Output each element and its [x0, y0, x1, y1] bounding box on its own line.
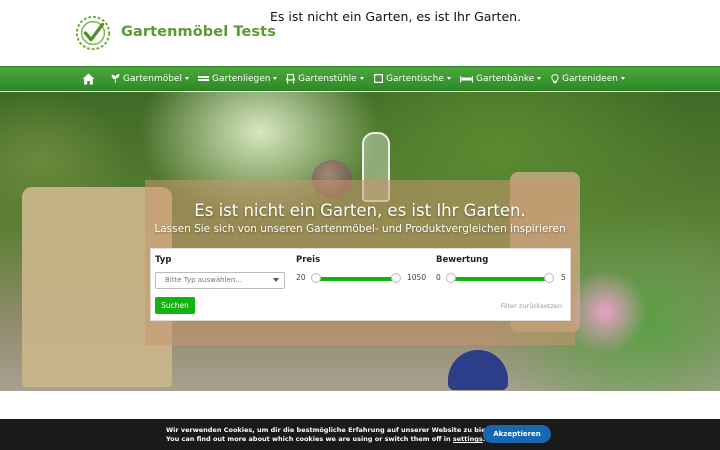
rating-min-handle[interactable]: [446, 273, 456, 283]
nav-item-gartenbaenke[interactable]: Gartenbänke: [460, 67, 542, 91]
chevron-down-icon: [446, 77, 451, 80]
price-min-handle[interactable]: [311, 273, 321, 283]
home-icon: [82, 73, 95, 85]
rating-max-value: 5: [561, 273, 566, 282]
hero-banner: Es ist nicht ein Garten, es ist Ihr Gart…: [0, 92, 720, 391]
nav-item-gartenideen[interactable]: Gartenideen: [551, 67, 625, 91]
price-range-slider[interactable]: [311, 273, 401, 283]
product-filter-panel: Typ Bitte Typ auswählen... Preis 20 1050…: [150, 248, 571, 321]
nav-item-label: Gartenbänke: [476, 74, 535, 84]
chevron-down-icon: [273, 278, 279, 282]
cookie-banner: Wir verwenden Cookies, um dir die bestmö…: [0, 419, 720, 450]
cookie-settings-link[interactable]: settings: [453, 435, 483, 443]
rating-min-value: 0: [436, 273, 441, 282]
cookie-message-line: You can find out more about which cookie…: [166, 435, 500, 444]
chevron-down-icon: [359, 77, 364, 80]
lightbulb-icon: [551, 73, 559, 83]
main-navigation: Gartenmöbel Gartenliegen Gartenstühle Ga…: [0, 66, 720, 91]
price-filter-label: Preis: [296, 255, 321, 265]
lounger-icon: [198, 76, 209, 81]
type-select-placeholder: Bitte Typ auswählen...: [165, 276, 242, 284]
nav-item-gartenstuehle[interactable]: Gartenstühle: [286, 67, 364, 91]
nav-item-label: Gartenliegen: [212, 74, 271, 84]
nav-home[interactable]: [82, 67, 95, 91]
chevron-down-icon: [273, 77, 278, 80]
hero-subtitle: Lassen Sie sich von unseren Gartenmöbel-…: [154, 223, 566, 235]
price-slider-track: [313, 277, 398, 281]
nav-item-label: Gartenmöbel: [123, 74, 182, 84]
bench-icon: [460, 75, 473, 82]
nav-item-label: Gartenideen: [562, 74, 618, 84]
price-max-handle[interactable]: [391, 273, 401, 283]
rating-max-handle[interactable]: [544, 273, 554, 283]
chair-icon: [286, 73, 295, 83]
price-min-value: 20: [296, 273, 306, 282]
rating-slider-track: [448, 277, 552, 281]
nav-item-label: Gartenstühle: [298, 74, 357, 84]
table-icon: [374, 74, 383, 83]
site-logo-text[interactable]: Gartenmöbel Tests: [121, 24, 276, 40]
type-filter-label: Typ: [155, 255, 172, 265]
accept-cookies-button[interactable]: Akzeptieren: [483, 425, 551, 443]
rating-filter-label: Bewertung: [436, 255, 489, 265]
nav-item-label: Gartentische: [386, 74, 444, 84]
search-button[interactable]: Suchen: [155, 297, 195, 314]
site-tagline: Es ist nicht ein Garten, es ist Ihr Gart…: [270, 9, 522, 24]
nav-item-gartenmoebel[interactable]: Gartenmöbel: [111, 67, 189, 91]
chevron-down-icon: [537, 77, 542, 80]
plant-icon: [111, 74, 120, 83]
rating-range-slider[interactable]: [446, 273, 554, 283]
logo-icon[interactable]: [74, 14, 112, 52]
type-select[interactable]: Bitte Typ auswählen...: [155, 272, 285, 289]
cookie-message: Wir verwenden Cookies, um dir die bestmö…: [166, 426, 500, 444]
nav-item-gartentische[interactable]: Gartentische: [374, 67, 451, 91]
reset-filter-link[interactable]: Filter zurücksetzen: [501, 302, 562, 310]
price-max-value: 1050: [407, 273, 427, 282]
hero-title: Es ist nicht ein Garten, es ist Ihr Gart…: [194, 201, 526, 220]
hero-image-planter: [448, 350, 508, 390]
chevron-down-icon: [184, 77, 189, 80]
cookie-message-text: You can find out more about which cookie…: [166, 435, 453, 443]
cookie-message-line: Wir verwenden Cookies, um dir die bestmö…: [166, 426, 501, 434]
site-header: Gartenmöbel Tests Es ist nicht ein Garte…: [0, 0, 720, 66]
nav-item-gartenliegen[interactable]: Gartenliegen: [198, 67, 278, 91]
chevron-down-icon: [620, 77, 625, 80]
